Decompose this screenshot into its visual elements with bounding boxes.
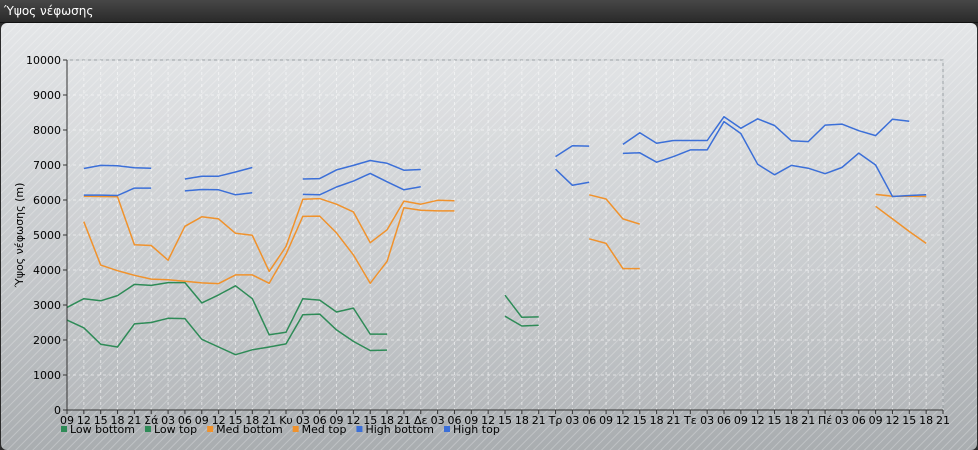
x-tick-label: 21 — [801, 414, 815, 427]
legend-label: Med top — [302, 423, 347, 436]
legend-swatch — [356, 426, 363, 432]
legend-item[interactable]: Med bottom — [207, 423, 283, 436]
x-tick-label: 15 — [768, 414, 782, 427]
x-tick-label: 18 — [515, 414, 529, 427]
legend: Low bottom Low top Med bottom Med top High b… — [61, 423, 500, 436]
legend-label: Low top — [154, 423, 197, 436]
x-tick-label: 03 — [565, 414, 579, 427]
y-tick-label: 10000 — [26, 54, 61, 67]
chart-panel: 0 1000 2000 3000 4000 5000 6000 7000 8000 9000 100… — [1, 23, 977, 450]
window-title: Ύψος νέφωσης — [4, 4, 94, 18]
legend-item[interactable]: Low bottom — [61, 423, 135, 436]
x-tick-label: 18 — [650, 414, 664, 427]
x-tick-label: 15 — [902, 414, 916, 427]
x-tick-label: 09 — [869, 414, 883, 427]
y-axis-label: Ύψος νέφωσης (m) — [13, 183, 26, 289]
x-tick-label: 21 — [666, 414, 680, 427]
legend-item[interactable]: High bottom — [356, 423, 434, 436]
title-bar: Ύψος νέφωσης — [0, 0, 978, 23]
y-tick-label: 8000 — [33, 124, 61, 137]
x-tick-label: 12 — [751, 414, 765, 427]
y-tick-label: 1000 — [33, 369, 61, 382]
x-tick-label: 18 — [919, 414, 933, 427]
app-window: Ύψος νέφωσης 0 1000 2000 3000 4000 5000 6000 70… — [0, 0, 978, 450]
x-tick-label: 06 — [717, 414, 731, 427]
x-tick-label: 06 — [582, 414, 596, 427]
legend-item[interactable]: High top — [444, 423, 500, 436]
x-tick-label: 18 — [784, 414, 798, 427]
y-tick-label: 3000 — [33, 299, 61, 312]
x-tick-label: Πέ — [818, 414, 832, 427]
x-tick-label: 06 — [852, 414, 866, 427]
y-tick-label: 7000 — [33, 159, 61, 172]
y-tick-label: 6000 — [33, 194, 61, 207]
y-tick-label: 9000 — [33, 89, 61, 102]
legend-swatch — [144, 426, 151, 432]
y-tick-label: 5000 — [33, 229, 61, 242]
x-tick-label: 03 — [700, 414, 714, 427]
legend-swatch — [61, 426, 67, 432]
cloud-height-chart: 0100020003000400050006000700080009000100… — [1, 23, 977, 450]
x-tick-label: Τε — [683, 414, 697, 427]
legend-label: High bottom — [365, 423, 434, 436]
x-tick-label: 15 — [498, 414, 512, 427]
x-tick-label: 21 — [936, 414, 950, 427]
x-tick-label: 09 — [599, 414, 613, 427]
x-tick-label: 12 — [885, 414, 899, 427]
y-tick-label: 4000 — [33, 264, 61, 277]
legend-label: Med bottom — [216, 423, 283, 436]
legend-swatch — [207, 426, 214, 432]
y-tick-label: 2000 — [33, 334, 61, 347]
x-tick-label: 09 — [734, 414, 748, 427]
x-tick-label: 12 — [346, 414, 360, 427]
x-tick-label: 15 — [633, 414, 647, 427]
x-tick-label: 12 — [616, 414, 630, 427]
legend-swatch — [444, 426, 450, 432]
legend-swatch — [292, 426, 299, 432]
x-tick-label: 21 — [532, 414, 546, 427]
legend-item[interactable]: Med top — [292, 423, 347, 436]
x-tick-label: Τρ — [548, 414, 563, 427]
legend-label: High top — [453, 423, 500, 436]
x-tick-label: 03 — [835, 414, 849, 427]
legend-label: Low bottom — [70, 423, 135, 436]
